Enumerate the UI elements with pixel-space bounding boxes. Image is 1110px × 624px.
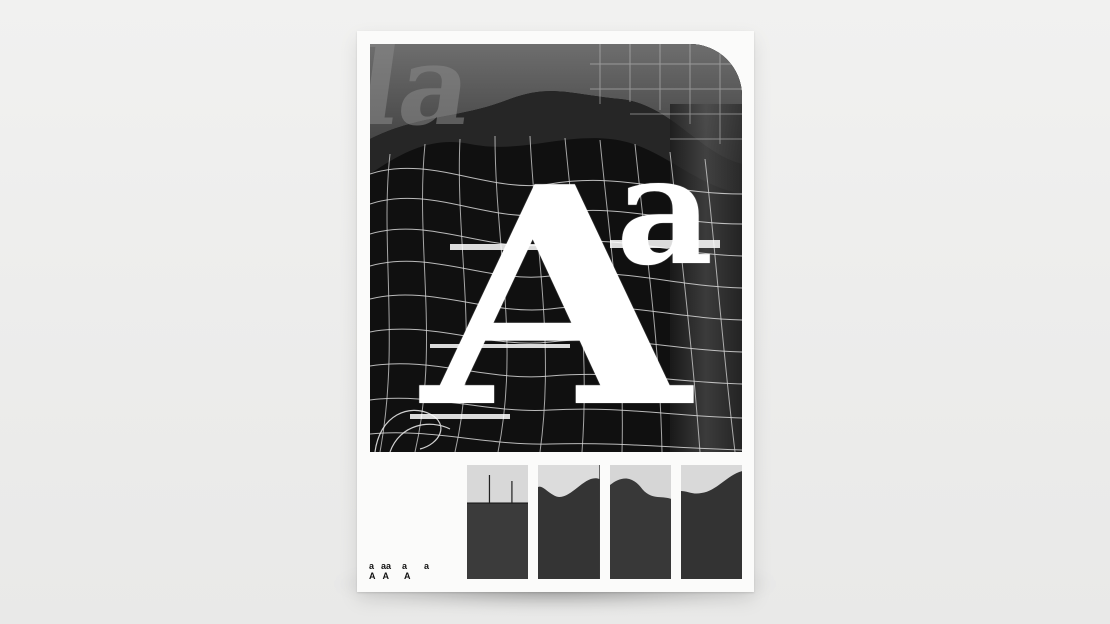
type-specimen: a aa a a A A A	[369, 561, 429, 581]
image-strip	[680, 465, 742, 579]
specimen-glyph: a	[402, 561, 408, 571]
specimen-row-uppercase: A A A	[369, 571, 429, 581]
image-strip	[609, 465, 671, 579]
poster: la A a a aa a a A A A	[357, 31, 754, 592]
specimen-glyph: A	[404, 571, 411, 581]
specimen-glyph: a	[369, 561, 375, 571]
specimen-glyph: aa	[381, 561, 392, 571]
image-strip	[538, 465, 600, 579]
poster-artwork: la A a	[370, 44, 742, 452]
image-strips	[467, 465, 742, 579]
specimen-glyph: A	[382, 571, 390, 581]
specimen-glyph: a	[424, 561, 430, 571]
lowercase-a-glyph: a	[616, 123, 714, 299]
specimen-row-lowercase: a aa a a	[369, 561, 429, 571]
image-strip	[467, 465, 529, 579]
specimen-glyph: A	[369, 571, 376, 581]
